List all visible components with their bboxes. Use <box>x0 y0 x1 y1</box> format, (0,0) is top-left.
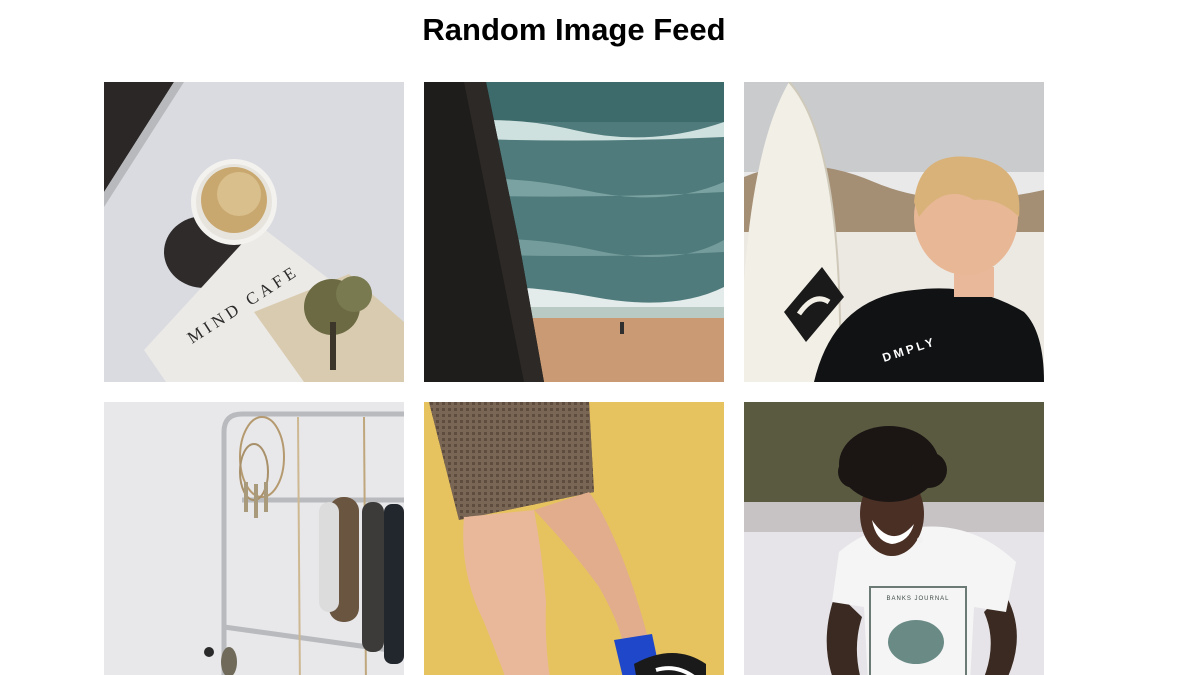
legs-yellow-photo <box>424 402 724 675</box>
page: Random Image Feed MIND CAFE DMPLY BANKS … <box>0 0 1188 675</box>
coffee-magazine-photo: MIND CAFE <box>104 82 404 382</box>
feed-image-3[interactable]: DMPLY <box>744 82 1044 382</box>
page-title: Random Image Feed <box>422 12 726 47</box>
feed-image-1[interactable]: MIND CAFE <box>104 82 404 382</box>
jewelry-stand-photo <box>104 402 404 675</box>
feed-image-2[interactable] <box>424 82 724 382</box>
feed-image-4[interactable] <box>104 402 404 675</box>
feed-image-6[interactable]: BANKS JOURNAL <box>744 402 1044 675</box>
laughing-woman-photo: BANKS JOURNAL <box>744 402 1044 675</box>
surfer-photo: DMPLY <box>744 82 1044 382</box>
image-feed-grid: MIND CAFE DMPLY BANKS JOURNAL <box>104 82 1044 675</box>
shirt-text: BANKS JOURNAL <box>886 596 949 602</box>
feed-image-5[interactable] <box>424 402 724 675</box>
ocean-photo <box>424 82 724 382</box>
